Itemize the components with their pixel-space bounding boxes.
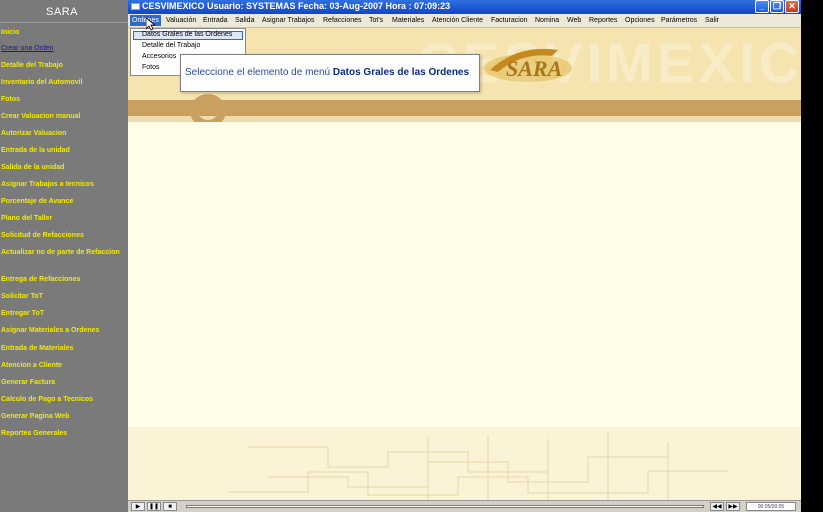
- left-sidebar: SARA Inicio Crear una Orden Detalle del Tr…: [0, 0, 128, 512]
- sidebar-divider: [0, 22, 128, 23]
- sidebar-item[interactable]: Salida de la unidad: [1, 164, 64, 171]
- dropdown-item[interactable]: Datos Grales de las Ordenes: [142, 31, 232, 38]
- sidebar-item[interactable]: Reportes Generales: [1, 430, 67, 437]
- time-display: 00:05/00:05: [746, 502, 796, 511]
- circuit-lines: [228, 432, 728, 500]
- sara-logo: SARA: [484, 48, 572, 82]
- title-bar: CESVIMEXICO Usuario: SYSTEMAS Fecha: 03-…: [128, 0, 801, 14]
- sidebar-item[interactable]: Asignar Trabajos a tecnicos: [1, 181, 94, 188]
- app-icon: [131, 3, 140, 10]
- sidebar-item[interactable]: Actualizar no de parte de Refaccion: [1, 249, 120, 256]
- menu-item[interactable]: Reportes: [589, 17, 617, 24]
- menu-item[interactable]: Parámetros: [661, 17, 697, 24]
- stop-button[interactable]: ■: [163, 502, 177, 511]
- sidebar-item[interactable]: Entregar ToT: [1, 310, 44, 317]
- brown-band: [128, 100, 801, 116]
- mouse-pointer-icon: [146, 18, 155, 31]
- rewind-button[interactable]: ◀◀: [710, 502, 724, 511]
- sidebar-item[interactable]: Inventario del Automovil: [1, 79, 82, 86]
- pause-button[interactable]: ❚❚: [147, 502, 161, 511]
- menu-item[interactable]: Opciones: [625, 17, 655, 24]
- sidebar-item[interactable]: Solicitar ToT: [1, 293, 43, 300]
- sidebar-item[interactable]: Plano del Taller: [1, 215, 52, 222]
- right-edge: [801, 0, 823, 512]
- circuit-pattern: [128, 427, 801, 500]
- tooltip-text: Seleccione el elemento de menú Datos Gra…: [185, 67, 469, 78]
- dropdown-item[interactable]: Fotos: [142, 64, 160, 71]
- sidebar-title: SARA: [46, 6, 78, 18]
- content-area: [128, 122, 801, 427]
- menu-item[interactable]: Facturacion: [491, 17, 528, 24]
- sidebar-item[interactable]: Atencion a Cliente: [1, 362, 62, 369]
- dropdown-item[interactable]: Detalle del Trabajo: [142, 42, 200, 49]
- sidebar-item[interactable]: Porcentaje de Avance: [1, 198, 73, 205]
- sidebar-item[interactable]: Solicitud de Refacciones: [1, 232, 84, 239]
- menu-item[interactable]: Valuación: [166, 17, 196, 24]
- sara-logo-text: SARA: [506, 56, 562, 81]
- menu-item[interactable]: Atención Cliente: [432, 17, 483, 24]
- menu-item[interactable]: Nomina: [535, 17, 559, 24]
- sidebar-item[interactable]: Entrega de Refacciones: [1, 276, 80, 283]
- sidebar-item[interactable]: Crear una Orden: [1, 45, 54, 52]
- tooltip-prefix: Seleccione el elemento de menú: [185, 67, 331, 78]
- sidebar-item[interactable]: Fotos: [1, 96, 20, 103]
- instruction-tooltip: Seleccione el elemento de menú Datos Gra…: [180, 54, 480, 92]
- app-window: CESVIMEXICO SARA CESVIMEXICO Usuario: SY…: [128, 0, 801, 512]
- playback-bar: ▶ ❚❚ ■ ◀◀ ▶▶ 00:05/00:05: [128, 500, 801, 512]
- minimize-button[interactable]: _: [755, 0, 769, 13]
- sidebar-item[interactable]: Autorizar Valuacion: [1, 130, 66, 137]
- sidebar-item[interactable]: Detalle del Trabajo: [1, 62, 63, 69]
- menu-bar: Ordenes Valuación Entrada Salida Asignar Tra…: [128, 14, 801, 28]
- sidebar-item[interactable]: Entrada de la unidad: [1, 147, 70, 154]
- sidebar-item[interactable]: Generar Pagina Web: [1, 413, 69, 420]
- menu-item[interactable]: Materiales: [392, 17, 424, 24]
- menu-item[interactable]: Entrada: [203, 17, 228, 24]
- menu-item[interactable]: Tot's: [369, 17, 383, 24]
- dropdown-item[interactable]: Accesorios: [142, 53, 176, 60]
- sidebar-item[interactable]: Crear Valuacion manual: [1, 113, 80, 120]
- sidebar-item[interactable]: Calculo de Pago a Tecnicos: [1, 396, 93, 403]
- restore-button[interactable]: ❐: [770, 0, 784, 13]
- close-button[interactable]: ✕: [785, 0, 799, 13]
- menu-item[interactable]: Asignar Trabajos: [262, 17, 315, 24]
- sidebar-item[interactable]: Generar Factura: [1, 379, 55, 386]
- menu-item[interactable]: Refacciones: [323, 17, 362, 24]
- tooltip-target: Datos Grales de las Ordenes: [332, 67, 470, 78]
- menu-item[interactable]: Web: [567, 17, 581, 24]
- window-title: CESVIMEXICO Usuario: SYSTEMAS Fecha: 03-…: [142, 1, 451, 11]
- sidebar-item[interactable]: Entrada de Materiales: [1, 345, 73, 352]
- sidebar-item[interactable]: Inicio: [1, 29, 19, 36]
- menu-item[interactable]: Salir: [705, 17, 719, 24]
- menu-item[interactable]: Salida: [235, 17, 254, 24]
- play-button[interactable]: ▶: [131, 502, 145, 511]
- seek-bar[interactable]: [186, 505, 704, 508]
- forward-button[interactable]: ▶▶: [726, 502, 740, 511]
- sidebar-item[interactable]: Asignar Materiales a Ordenes: [1, 327, 99, 334]
